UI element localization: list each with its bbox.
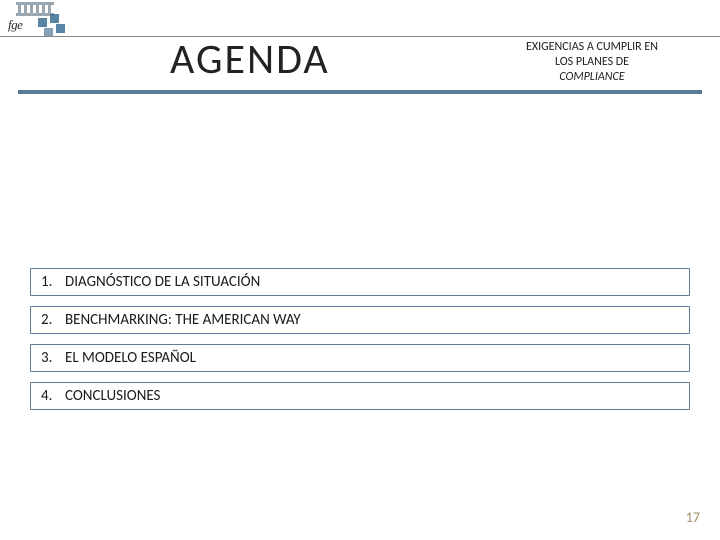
agenda-item-text: CONCLUSIONES [65,387,160,405]
agenda-item: 1. DIAGNÓSTICO DE LA SITUACIÓN [30,268,690,296]
logo: fge [8,2,62,34]
slide: fge AGENDA EXIGENCIAS A CUMPLIR EN LOS P… [0,0,720,540]
agenda-item: 4. CONCLUSIONES [30,382,690,410]
subtitle-line: LOS PLANES DE [492,55,692,70]
header-rule-thin [0,36,720,37]
page-number: 17 [686,509,700,526]
agenda-item-number: 1. [41,273,65,291]
logo-text: fge [8,17,22,33]
subtitle-line: COMPLIANCE [492,70,692,85]
page-title: AGENDA [170,34,330,85]
agenda-item-text: DIAGNÓSTICO DE LA SITUACIÓN [65,273,260,291]
agenda-item: 2. BENCHMARKING: THE AMERICAN WAY [30,306,690,334]
logo-square-icon [38,18,47,27]
agenda-item-number: 2. [41,311,65,329]
logo-building-icon [14,2,54,16]
logo-square-icon [56,24,65,33]
logo-square-icon [50,14,59,23]
header-rule-thick [18,90,702,94]
agenda-item-text: EL MODELO ESPAÑOL [65,349,196,367]
agenda-item: 3. EL MODELO ESPAÑOL [30,344,690,372]
header-subtitle: EXIGENCIAS A CUMPLIR EN LOS PLANES DE CO… [492,40,692,85]
subtitle-line: EXIGENCIAS A CUMPLIR EN [492,40,692,55]
agenda-item-number: 4. [41,387,65,405]
agenda-item-text: BENCHMARKING: THE AMERICAN WAY [65,311,301,329]
agenda-item-number: 3. [41,349,65,367]
agenda-list: 1. DIAGNÓSTICO DE LA SITUACIÓN 2. BENCHM… [30,268,690,420]
